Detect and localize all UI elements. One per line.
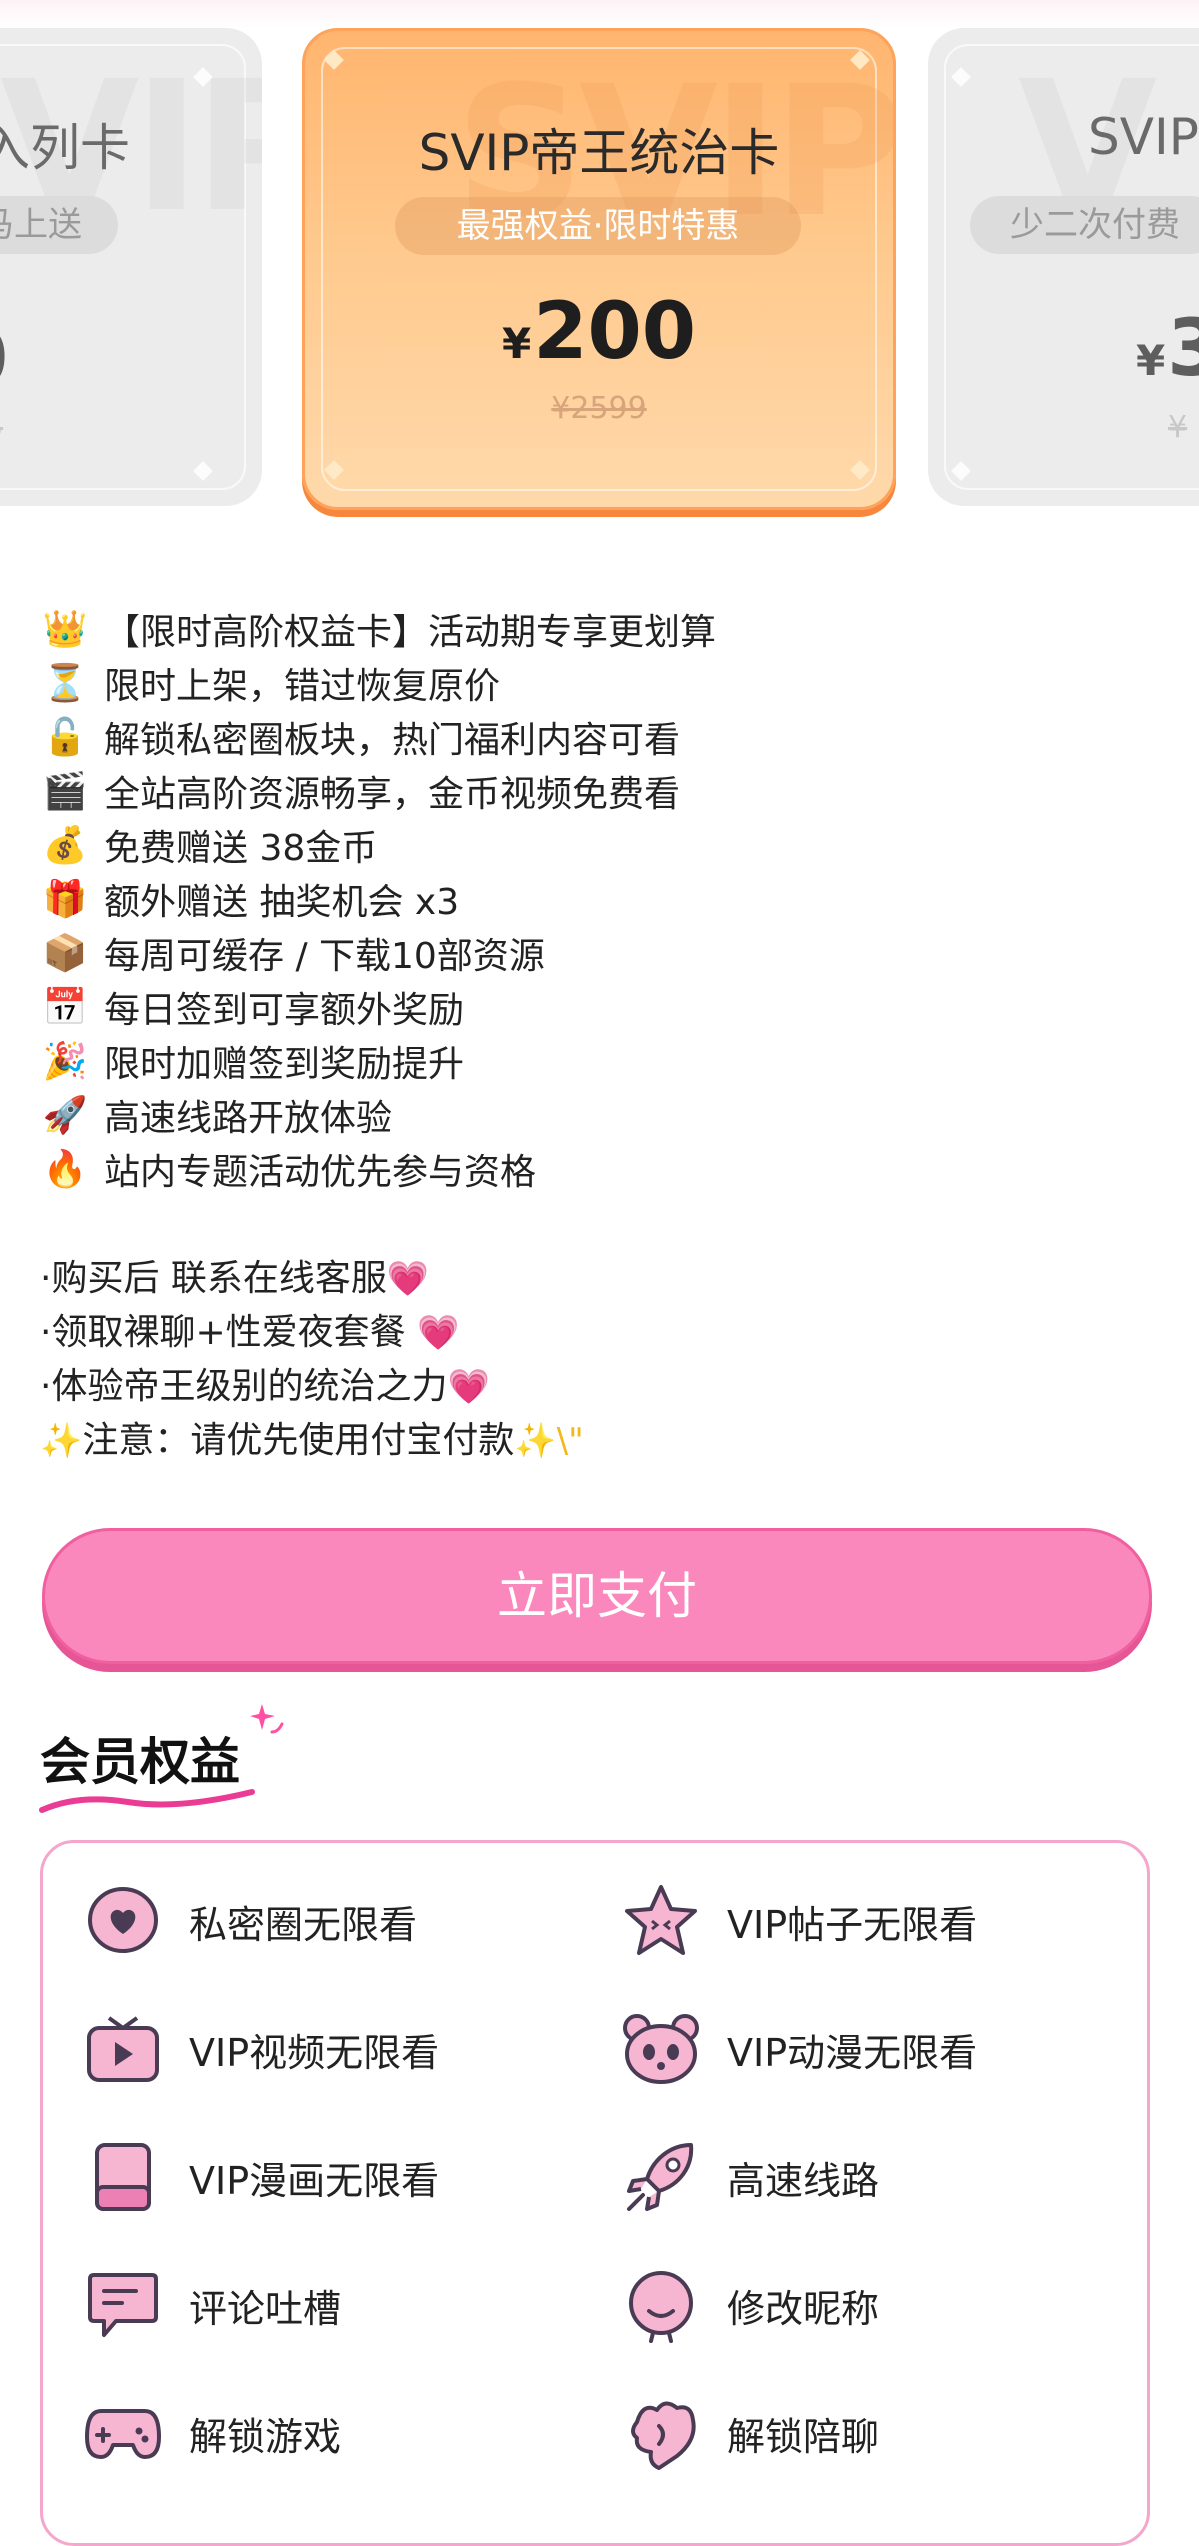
card-tag: 少二次付费 [970,196,1199,254]
sparkle-icon: ✨ [40,1421,83,1461]
right-label: 高速线路 [727,2158,880,2203]
clapper-icon: 🎬 [42,771,88,812]
feature-text: 限时加赠签到奖励提升 [104,1044,465,1085]
feature-text: 额外赠送 抽奖机会 x3 [104,882,460,923]
warning-line: ✨注意：请优先使用付宝付款✨\" [40,1414,1140,1468]
panda-icon [621,2009,701,2089]
star-face-icon [621,1881,701,1961]
money-bag-icon: 💰 [42,825,88,866]
feature-text: 限时上架，错过恢复原价 [104,666,501,707]
rocket-icon: 🚀 [42,1095,88,1136]
warning-text: 注意：请优先使用付宝付款 [82,1420,515,1461]
card-old-price: ¥2599 [551,391,647,426]
card-title: SVIP帝王统治卡 [418,124,780,182]
note-text: ·购买后 联系在线客服 [40,1258,387,1299]
feature-item: 🎬 全站高阶资源畅享，金币视频免费看 [40,764,1140,818]
feature-text: 每周可缓存 / 下载10部资源 [104,936,545,977]
package-icon: 📦 [42,933,88,974]
right-item[interactable]: VIP视频无限看 [83,2004,439,2094]
hourglass-icon: ⏳ [42,663,88,704]
card-price: 0 [0,320,8,398]
right-label: VIP帖子无限看 [727,1902,978,1947]
book-icon [83,2137,163,2217]
feature-item: 📦 每周可缓存 / 下载10部资源 [40,926,1140,980]
card-title: SVIP [1088,108,1199,166]
card-tag: 马上送 [0,196,118,254]
card-price: ¥3 [1136,304,1199,394]
fire-icon: 🔥 [42,1149,88,1190]
feature-item: 📅 每日签到可享额外奖励 [40,980,1140,1034]
heart-bubble-icon [83,1881,163,1961]
feature-text: 解锁私密圈板块，热门福利内容可看 [104,720,681,761]
right-item[interactable]: 修改昵称 [621,2260,879,2350]
feature-item: 🎁 额外赠送 抽奖机会 x3 [40,872,1140,926]
hand-icon [621,2393,701,2473]
sparkle-icon [250,1704,284,1734]
feature-item: 💰 免费赠送 38金币 [40,818,1140,872]
right-item[interactable]: VIP帖子无限看 [621,1876,977,1966]
feature-item: 🎉 限时加赠签到奖励提升 [40,1034,1140,1088]
card-old-price: 3 [0,410,3,445]
feature-text: 站内专题活动优先参与资格 [104,1152,537,1193]
right-label: VIP漫画无限看 [189,2158,440,2203]
card-price: ¥200 [501,287,697,377]
right-label: VIP视频无限看 [189,2030,440,2075]
note-line: ·购买后 联系在线客服💗 [40,1252,1140,1306]
rocket-icon [621,2137,701,2217]
card-old-price: ¥ [1168,410,1188,445]
sparkle-tail: ✨\" [514,1421,584,1461]
feature-item: 🚀 高速线路开放体验 [40,1088,1140,1142]
right-item[interactable]: 解锁游戏 [83,2388,341,2478]
crown-icon: 👑 [42,609,88,650]
calendar-icon: 📅 [42,987,88,1028]
gift-icon: 🎁 [42,879,88,920]
right-item[interactable]: 解锁陪聊 [621,2388,879,2478]
member-rights-panel: 私密圈无限看 VIP帖子无限看 VIP视频无限看 VIP动漫无限看 VIP漫画无… [40,1840,1150,2546]
feature-list: 👑 【限时高阶权益卡】活动期专享更划算 ⏳ 限时上架，错过恢复原价 🔓 解锁私密圈板块… [40,602,1140,1196]
comment-icon [83,2265,163,2345]
pay-now-button[interactable]: 立即支付 [42,1528,1152,1664]
note-line: ·体验帝王级别的统治之力💗 [40,1360,1140,1414]
note-text: ·领取裸聊+性爱夜套餐 [40,1312,418,1353]
feature-text: 高速线路开放体验 [104,1098,393,1139]
right-item[interactable]: VIP动漫无限看 [621,2004,977,2094]
card-title: 入列卡 [0,119,130,177]
right-item[interactable]: 私密圈无限看 [83,1876,417,1966]
right-item[interactable]: VIP漫画无限看 [83,2132,439,2222]
unlock-icon: 🔓 [42,717,88,758]
feature-item: 🔥 站内专题活动优先参与资格 [40,1142,1140,1196]
feature-item: 🔓 解锁私密圈板块，热门福利内容可看 [40,710,1140,764]
feature-text: 免费赠送 38金币 [104,828,378,869]
note-text: ·体验帝王级别的统治之力 [40,1366,448,1407]
title-underline [39,1789,255,1813]
party-popper-icon: 🎉 [42,1041,88,1082]
feature-item: 👑 【限时高阶权益卡】活动期专享更划算 [40,602,1140,656]
top-fade [0,0,1199,28]
right-label: 解锁陪聊 [727,2414,880,2459]
plan-card-selected[interactable]: SVIP SVIP帝王统治卡 最强权益·限时特惠 ¥200 ¥2599 [302,28,896,510]
right-label: 私密圈无限看 [189,1902,418,1947]
plan-card-right[interactable]: V SVIP 少二次付费 ¥3 ¥ [928,28,1199,506]
tv-play-icon [83,2009,163,2089]
feature-text: 【限时高阶权益卡】活动期专享更划算 [104,612,717,653]
smile-face-icon [621,2265,701,2345]
plan-card-left[interactable]: VIP 入列卡 马上送 0 3 [0,28,262,506]
right-item[interactable]: 评论吐槽 [83,2260,341,2350]
note-line: ·领取裸聊+性爱夜套餐 💗 [40,1306,1140,1360]
right-item[interactable]: 高速线路 [621,2132,879,2222]
right-label: VIP动漫无限看 [727,2030,978,2075]
right-label: 修改昵称 [727,2286,880,2331]
feature-text: 每日签到可享额外奖励 [104,990,465,1031]
feature-item: ⏳ 限时上架，错过恢复原价 [40,656,1140,710]
gamepad-icon [83,2393,163,2473]
heart-icon: 💗 [447,1367,490,1407]
right-label: 解锁游戏 [189,2414,342,2459]
feature-text: 全站高阶资源畅享，金币视频免费看 [104,774,681,815]
card-tag: 最强权益·限时特惠 [395,197,801,255]
right-label: 评论吐槽 [189,2286,342,2331]
heart-icon: 💗 [417,1313,460,1353]
heart-icon: 💗 [386,1259,430,1299]
purchase-notes: ·购买后 联系在线客服💗 ·领取裸聊+性爱夜套餐 💗 ·体验帝王级别的统治之力💗… [40,1252,1140,1468]
